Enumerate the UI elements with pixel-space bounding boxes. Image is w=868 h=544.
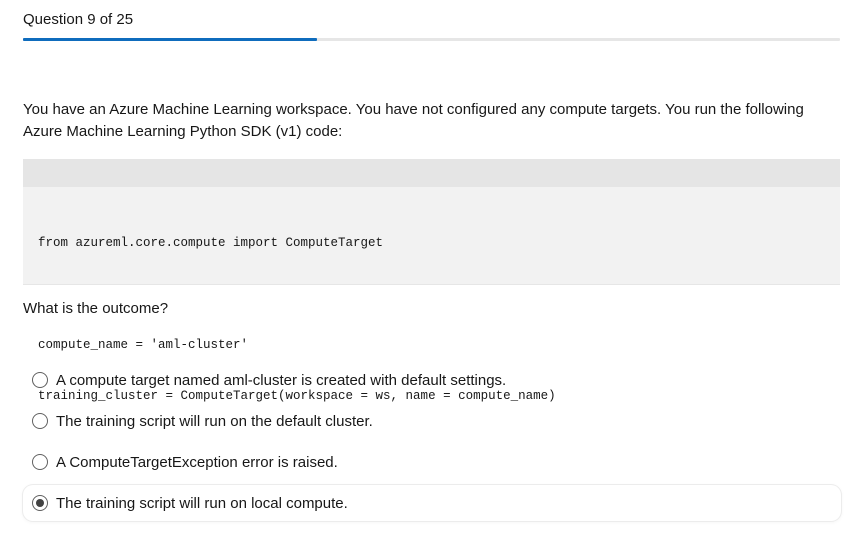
code-line: compute_name = 'aml-cluster'	[38, 338, 249, 352]
radio-button[interactable]	[32, 454, 48, 470]
code-block-header	[23, 159, 840, 187]
code-line: from azureml.core.compute import Compute…	[38, 236, 384, 250]
answer-option-3[interactable]: A ComputeTargetException error is raised…	[23, 444, 841, 480]
answer-option-label: A ComputeTargetException error is raised…	[56, 453, 338, 471]
answer-option-label: A compute target named aml-cluster is cr…	[56, 371, 507, 389]
answer-option-label: The training script will run on the defa…	[56, 412, 373, 430]
progress-bar	[23, 38, 840, 41]
question-counter: Question 9 of 25	[23, 11, 134, 28]
radio-button[interactable]	[32, 495, 48, 511]
question-prompt: What is the outcome?	[23, 300, 169, 317]
radio-dot	[36, 499, 44, 507]
quiz-page: Question 9 of 25 You have an Azure Machi…	[0, 0, 868, 544]
progress-bar-fill	[23, 38, 318, 41]
answer-option-1[interactable]: A compute target named aml-cluster is cr…	[23, 362, 841, 398]
answer-option-4[interactable]: The training script will run on local co…	[23, 485, 841, 521]
answer-option-2[interactable]: The training script will run on the defa…	[23, 403, 841, 439]
radio-button[interactable]	[32, 372, 48, 388]
answer-options: A compute target named aml-cluster is cr…	[23, 362, 841, 526]
answer-option-label: The training script will run on local co…	[56, 494, 348, 512]
code-block: from azureml.core.compute import Compute…	[23, 159, 840, 403]
radio-button[interactable]	[32, 413, 48, 429]
question-text: You have an Azure Machine Learning works…	[23, 101, 804, 140]
